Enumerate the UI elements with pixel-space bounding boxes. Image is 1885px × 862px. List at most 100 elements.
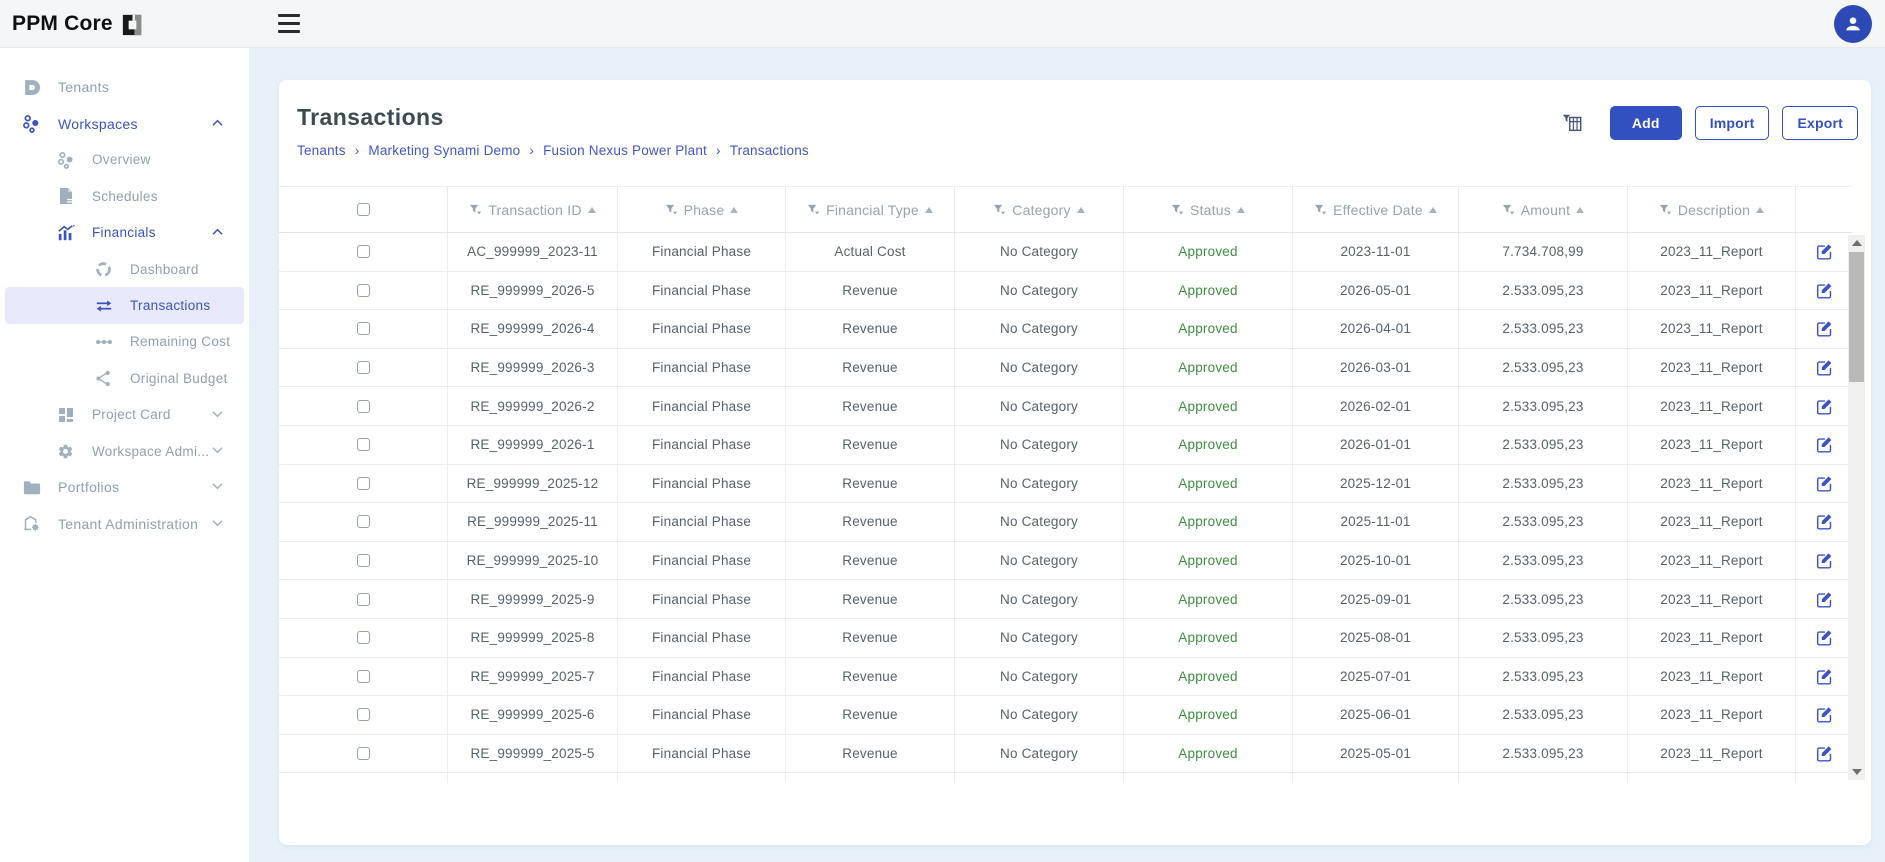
edit-icon — [1816, 436, 1833, 453]
cell-financial-type: Revenue — [785, 271, 954, 310]
add-button[interactable]: Add — [1609, 106, 1682, 140]
row-checkbox[interactable] — [356, 283, 370, 297]
sidebar-item-transactions[interactable]: Transactions — [5, 287, 244, 324]
select-all-checkbox[interactable] — [356, 203, 370, 216]
scrollbar-thumb[interactable] — [1849, 252, 1864, 382]
row-checkbox[interactable] — [356, 515, 370, 529]
sidebar-item-label: Financials — [92, 225, 156, 241]
row-select-cell — [279, 542, 447, 580]
sidebar-item-tenant-administration[interactable]: Tenant Administration — [0, 506, 249, 542]
sidebar-item-schedules[interactable]: Schedules — [0, 178, 249, 214]
column-header-financial-type[interactable]: Financial Type — [785, 187, 954, 232]
cell-description: 2023_11_Report — [1627, 348, 1795, 387]
sidebar-item-original-budget[interactable]: Original Budget — [0, 360, 249, 396]
sidebar-item-financials[interactable]: Financials — [0, 215, 249, 251]
edit-row-button[interactable] — [1795, 271, 1852, 310]
edit-row-button[interactable] — [1795, 657, 1852, 696]
row-checkbox[interactable] — [356, 708, 370, 722]
cell-phase: Financial Phase — [617, 618, 785, 657]
edit-icon — [1816, 591, 1833, 608]
edit-row-button[interactable] — [1795, 464, 1852, 503]
column-chooser-icon[interactable] — [1561, 112, 1583, 134]
edit-row-button[interactable] — [1795, 503, 1852, 541]
chevron-down-icon — [212, 519, 223, 527]
table-header: Transaction ID Phase Financial Type Cate… — [279, 186, 1852, 233]
export-button[interactable]: Export — [1782, 106, 1858, 140]
row-checkbox[interactable] — [356, 592, 370, 606]
cell-effective-date: 2026-05-01 — [1292, 271, 1458, 310]
edit-row-button[interactable] — [1795, 618, 1852, 657]
cell-phase: Financial Phase — [617, 348, 785, 387]
column-header-transaction-id[interactable]: Transaction ID — [447, 187, 617, 232]
cell-amount: 2.533.095,23 — [1458, 387, 1627, 425]
row-checkbox[interactable] — [356, 669, 370, 683]
table-row: RE_999999_2025-7 Financial Phase Revenue No… — [279, 657, 1852, 697]
table-row: RE_999999_2026-5 Financial Phase Revenue No… — [279, 271, 1852, 311]
edit-row-button[interactable] — [1795, 696, 1852, 734]
sidebar-item-workspace-admin[interactable]: Workspace Admi... — [0, 433, 249, 469]
cell-description: 2023_11_Report — [1627, 310, 1795, 348]
cell-transaction-id: RE_999999_2025-6 — [447, 696, 617, 734]
row-checkbox[interactable] — [356, 399, 370, 413]
row-checkbox[interactable] — [356, 438, 370, 452]
cell-description: 2023_11_Report — [1627, 233, 1795, 271]
sidebar-item-label: Remaining Cost — [130, 334, 231, 350]
table-row: RE_999999_2025-11 Financial Phase Revenue N… — [279, 503, 1852, 542]
status-badge: Approved — [1123, 696, 1292, 734]
column-header-phase[interactable]: Phase — [617, 187, 785, 232]
edit-row-button[interactable] — [1795, 425, 1852, 464]
cell-financial-type: Revenue — [785, 387, 954, 425]
breadcrumb-project[interactable]: Fusion Nexus Power Plant — [543, 143, 707, 158]
row-checkbox[interactable] — [356, 554, 370, 568]
column-header-category[interactable]: Category — [954, 187, 1123, 232]
sidebar-item-dashboard[interactable]: Dashboard — [0, 251, 249, 287]
edit-row-button[interactable] — [1795, 541, 1852, 580]
edit-row-button[interactable] — [1795, 233, 1852, 271]
cell-amount: 2.533.095,23 — [1458, 541, 1627, 580]
sidebar-item-project-card[interactable]: Project Card — [0, 397, 249, 433]
row-checkbox[interactable] — [356, 245, 370, 259]
table-row: AC_999999_2023-11 Financial Phase Actual C… — [279, 233, 1852, 272]
import-button[interactable]: Import — [1694, 106, 1770, 140]
sidebar-item-overview[interactable]: Overview — [0, 142, 249, 178]
edit-row-button[interactable] — [1795, 387, 1852, 425]
vertical-scrollbar[interactable] — [1848, 235, 1865, 780]
row-select-cell — [279, 426, 447, 464]
column-header-amount[interactable]: Amount — [1458, 187, 1627, 232]
menu-icon[interactable] — [278, 14, 300, 33]
row-checkbox[interactable] — [356, 631, 370, 645]
select-all-cell — [279, 187, 447, 232]
column-header-effective-date[interactable]: Effective Date — [1292, 187, 1458, 232]
breadcrumb: Tenants › Marketing Synami Demo › Fusion… — [297, 143, 809, 158]
breadcrumb-tenants[interactable]: Tenants — [297, 143, 346, 158]
table-row: RE_999999_2025-10 Financial Phase Revenue N… — [279, 541, 1852, 581]
schedules-icon — [56, 187, 75, 206]
row-checkbox[interactable] — [356, 322, 370, 336]
column-header-description[interactable]: Description — [1627, 187, 1795, 232]
breadcrumb-workspace[interactable]: Marketing Synami Demo — [368, 143, 520, 158]
row-checkbox[interactable] — [356, 361, 370, 375]
edit-row-button[interactable] — [1795, 734, 1852, 773]
edit-row-button[interactable] — [1795, 348, 1852, 387]
edit-row-button[interactable] — [1795, 310, 1852, 348]
sidebar-item-workspaces[interactable]: Workspaces — [0, 105, 249, 141]
sidebar-item-portfolios[interactable]: Portfolios — [0, 469, 249, 505]
sidebar-item-label: Workspaces — [58, 115, 138, 132]
row-checkbox[interactable] — [356, 747, 370, 761]
table-row: RE_999999_2025-5 Financial Phase Revenue No… — [279, 734, 1852, 774]
page-title: Transactions — [297, 104, 444, 130]
column-header-status[interactable]: Status — [1123, 187, 1292, 232]
sidebar-item-tenants[interactable]: Tenants — [0, 69, 249, 105]
scroll-up-icon[interactable] — [1848, 235, 1865, 251]
status-badge: Approved — [1123, 618, 1292, 657]
scroll-down-icon[interactable] — [1848, 764, 1865, 780]
row-checkbox[interactable] — [356, 476, 370, 490]
cell-amount: 2.533.095,23 — [1458, 696, 1627, 734]
row-select-cell — [279, 387, 447, 425]
breadcrumb-current[interactable]: Transactions — [730, 143, 809, 158]
edit-row-button[interactable] — [1795, 580, 1852, 618]
row-select-cell — [279, 619, 447, 657]
user-avatar-icon[interactable] — [1834, 5, 1872, 43]
sort-icon — [730, 206, 739, 213]
sidebar-item-remaining-cost[interactable]: Remaining Cost — [0, 324, 249, 360]
